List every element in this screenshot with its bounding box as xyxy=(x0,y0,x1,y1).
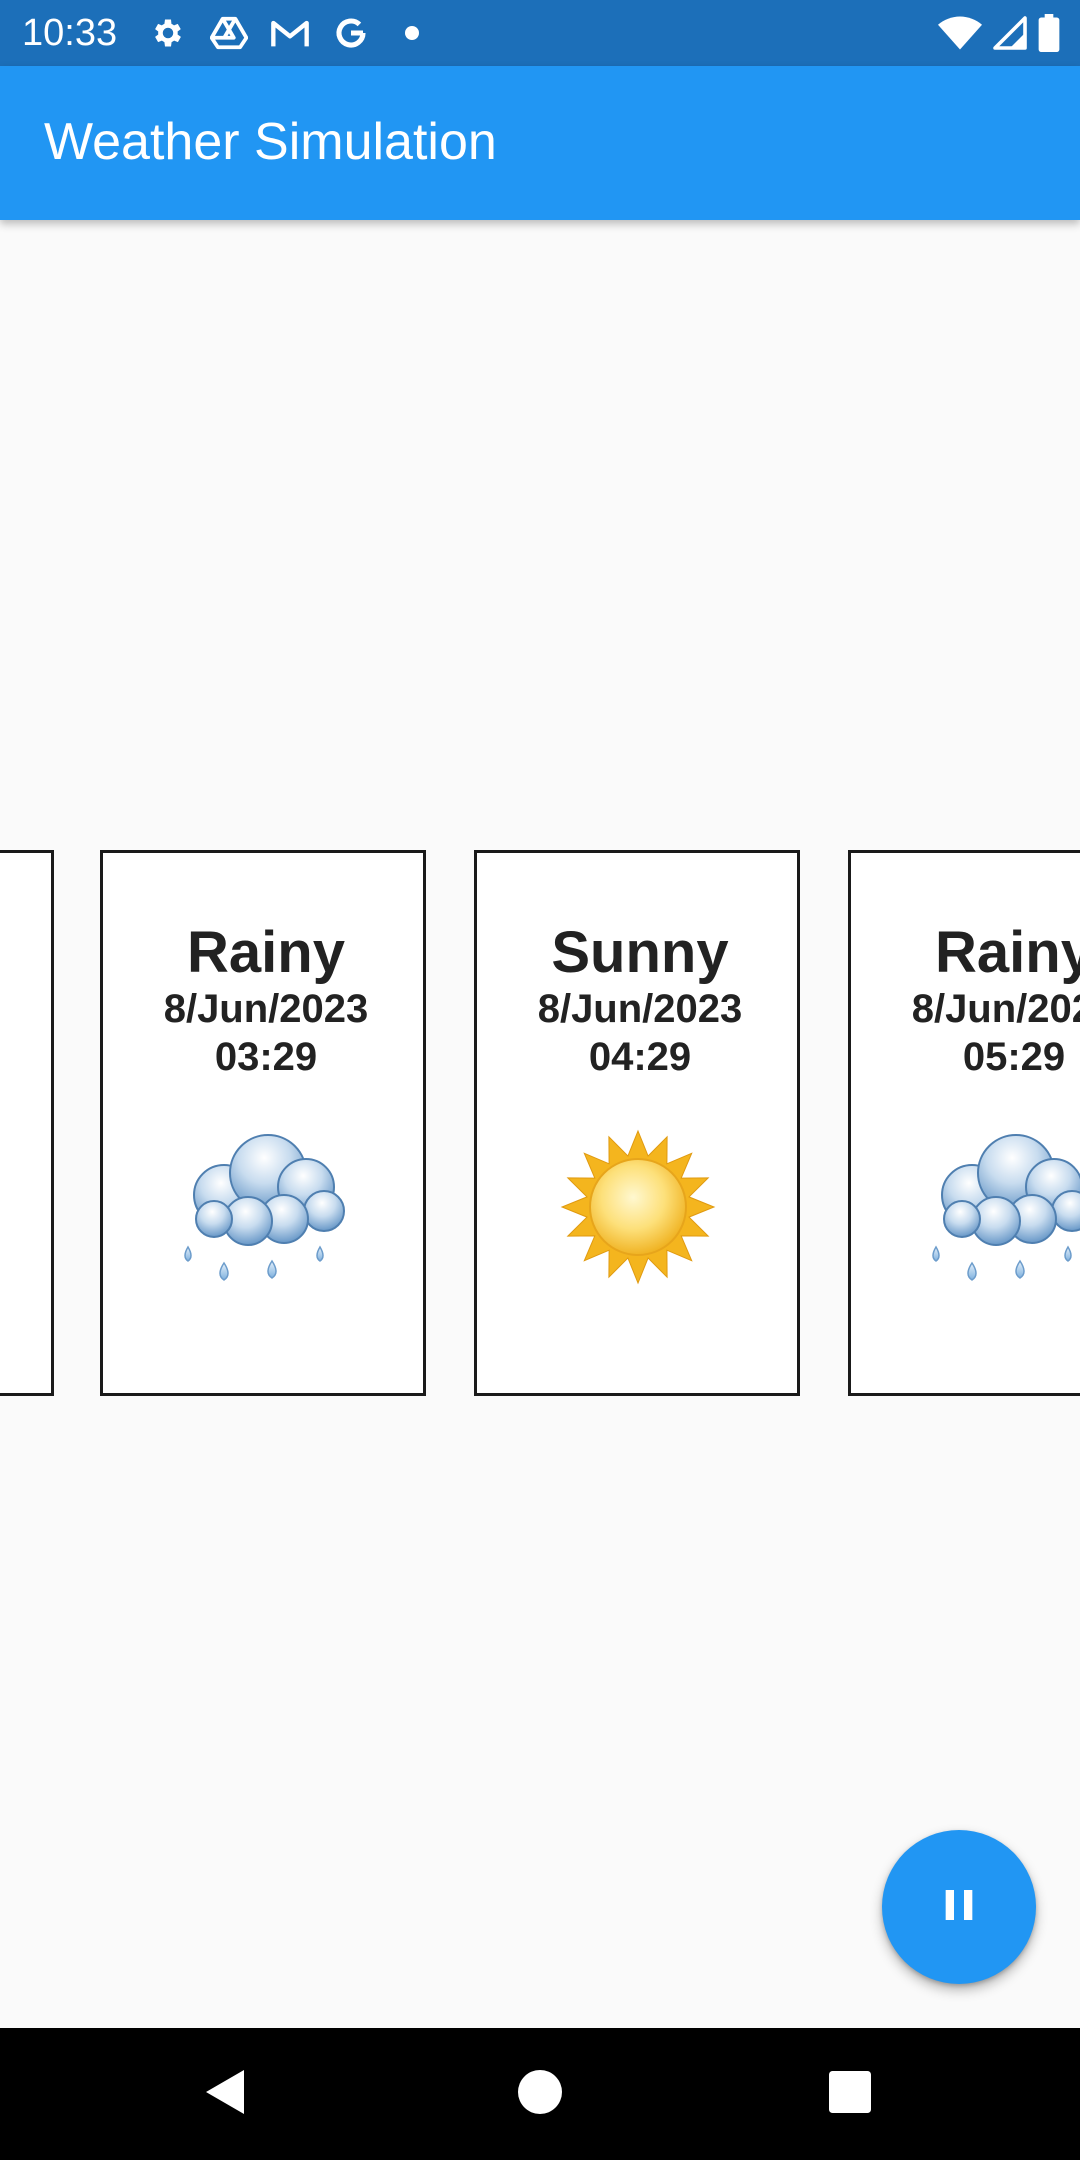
pause-icon xyxy=(939,1885,979,1930)
gear-icon xyxy=(148,13,188,53)
weather-condition: Rainy xyxy=(187,920,345,985)
weather-card[interactable]: Rainy 8/Jun/2023 03:29 xyxy=(100,850,426,1396)
battery-icon xyxy=(1038,13,1060,53)
status-time: 10:33 xyxy=(22,12,118,54)
nav-bar xyxy=(0,2028,1080,2160)
back-icon xyxy=(204,2068,248,2121)
notification-dot-icon xyxy=(392,13,432,53)
status-icons-right xyxy=(928,13,1060,53)
weather-time: 04:29 xyxy=(588,1035,692,1079)
recents-icon xyxy=(829,2070,871,2118)
pause-button[interactable] xyxy=(882,1830,1036,1984)
weather-card[interactable]: Sunny 8/Jun/2023 04:29 xyxy=(474,850,800,1396)
sun-icon xyxy=(550,1115,730,1295)
weather-date: 8/Jun/2023 xyxy=(163,987,369,1031)
screen: 10:33 Weather Simulation Rainy 8/Jun/202… xyxy=(0,0,1080,2160)
weather-date: 8/Jun/2023 xyxy=(911,987,1080,1031)
weather-card[interactable] xyxy=(0,850,54,1396)
weather-date: 8/Jun/2023 xyxy=(537,987,743,1031)
weather-condition: Sunny xyxy=(551,920,729,985)
drive-icon xyxy=(209,13,249,53)
rain-cloud-icon xyxy=(924,1115,1080,1295)
weather-time: 03:29 xyxy=(214,1035,318,1079)
wifi-icon xyxy=(938,13,982,53)
status-icons-left xyxy=(148,13,453,53)
weather-time: 05:29 xyxy=(962,1035,1066,1079)
cellular-signal-icon xyxy=(992,13,1028,53)
app-title: Weather Simulation xyxy=(44,113,497,171)
status-bar: 10:33 xyxy=(0,0,1080,66)
weather-card[interactable]: Rainy 8/Jun/2023 05:29 xyxy=(848,850,1080,1396)
gmail-icon xyxy=(270,13,310,53)
recents-button[interactable] xyxy=(820,2064,880,2124)
google-icon xyxy=(331,13,371,53)
back-button[interactable] xyxy=(196,2064,256,2124)
rain-cloud-icon xyxy=(176,1115,356,1295)
home-icon xyxy=(518,2069,562,2119)
app-bar: Weather Simulation xyxy=(0,66,1080,220)
weather-condition: Rainy xyxy=(935,920,1080,985)
home-button[interactable] xyxy=(510,2064,570,2124)
